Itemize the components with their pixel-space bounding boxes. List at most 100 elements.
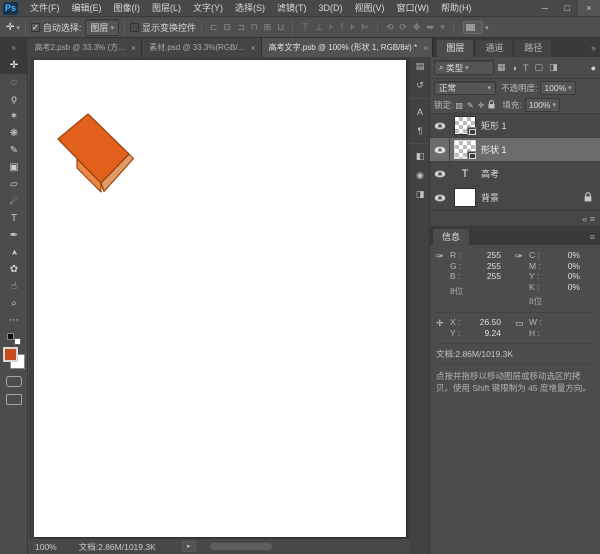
lock-all-icon[interactable] (486, 100, 497, 111)
move-tool-icon[interactable]: ✛ (6, 22, 14, 33)
visibility-toggle[interactable] (430, 138, 450, 162)
align-center-v-icon[interactable]: ⊞ (261, 22, 275, 33)
brush-tool[interactable]: ✎ (0, 142, 28, 159)
tab-layers[interactable]: 图层 (437, 40, 473, 57)
layer-thumbnail[interactable] (454, 188, 476, 207)
menu-filter[interactable]: 滤镜(T) (271, 0, 313, 16)
chevron-down-icon[interactable]: ▾ (485, 24, 489, 32)
menu-file[interactable]: 文件(F) (24, 0, 66, 16)
default-colors-icon[interactable] (7, 333, 21, 345)
distribute-center-h-icon[interactable]: ⊧ (347, 22, 358, 33)
screen-mode-icon[interactable] (6, 394, 22, 405)
tab-channels[interactable]: 通道 (476, 40, 512, 57)
smudge-tool[interactable]: ☄ (0, 193, 28, 210)
document-tab-1[interactable]: 高考2.psb @ 33.3% (方... × (27, 38, 142, 57)
layer-name[interactable]: 形状 1 (481, 143, 507, 156)
minimize-button[interactable]: ─ (534, 0, 556, 16)
paragraph-panel-icon[interactable]: ¶ (410, 121, 430, 140)
align-bottom-icon[interactable]: ⊔ (274, 22, 287, 33)
align-left-icon[interactable]: ⊏ (207, 22, 221, 33)
tool-preset-arrow-icon[interactable]: ▾ (16, 24, 20, 32)
path-selection-tool[interactable]: ➤ (0, 244, 28, 261)
maximize-button[interactable]: □ (556, 0, 578, 16)
move-tool[interactable]: ✛ (0, 57, 28, 74)
marquee-tool[interactable]: ◌ (0, 74, 28, 91)
filter-adjustment-icon[interactable]: ◑ (509, 63, 520, 73)
close-tab-icon[interactable]: × (131, 43, 136, 53)
menu-edit[interactable]: 编辑(E) (66, 0, 108, 16)
menu-3d[interactable]: 3D(D) (313, 0, 349, 16)
character-panel-icon[interactable]: A (410, 102, 430, 121)
layer-row-background[interactable]: 背景 (430, 186, 600, 210)
filter-type-dropdown[interactable]: ⌕ 类型 ▾ (434, 60, 494, 75)
3d-rotate-icon[interactable]: ⟲ (383, 22, 397, 33)
menu-view[interactable]: 视图(V) (349, 0, 391, 16)
tab-paths[interactable]: 路径 (515, 40, 551, 57)
text-layer-thumbnail[interactable]: T (454, 164, 476, 183)
filter-pixel-icon[interactable]: ▦ (494, 62, 509, 73)
collapse-panels-icon[interactable]: « (582, 214, 587, 224)
filter-toggle-icon[interactable]: ● (591, 63, 596, 73)
align-top-icon[interactable]: ⊓ (248, 22, 261, 33)
history-panel-icon[interactable]: ↺ (410, 76, 430, 95)
layer-row-text[interactable]: T 高考 (430, 162, 600, 186)
menu-image[interactable]: 图像(I) (108, 0, 147, 16)
menu-help[interactable]: 帮助(H) (435, 0, 478, 16)
distribute-left-icon[interactable]: ⊺ (337, 22, 348, 33)
fill-field[interactable]: 100% ▾ (525, 98, 560, 112)
close-tab-icon[interactable]: × (423, 43, 428, 53)
layer-row-rectangle-1[interactable]: 矩形 1 (430, 114, 600, 138)
menu-type[interactable]: 文字(Y) (187, 0, 229, 16)
visibility-toggle[interactable] (430, 114, 450, 138)
layer-row-shape-1-selected[interactable]: 形状 1 (430, 138, 600, 162)
layer-name[interactable]: 背景 (481, 191, 499, 204)
distribute-bottom-icon[interactable]: ⊦ (326, 22, 337, 33)
document-canvas[interactable] (34, 60, 406, 537)
properties-panel-icon[interactable]: ◨ (410, 185, 430, 204)
close-tab-icon[interactable]: × (250, 43, 255, 53)
tab-info[interactable]: 信息 (433, 229, 469, 245)
styles-panel-icon[interactable]: ◉ (410, 166, 430, 185)
visibility-toggle[interactable] (430, 186, 450, 210)
pen-tool[interactable]: ✒ (0, 227, 28, 244)
lock-transparency-icon[interactable]: ▨ (453, 101, 465, 110)
workspace-switcher-icon[interactable] (463, 21, 483, 34)
status-menu-arrow-icon[interactable]: ▸ (182, 541, 196, 552)
lasso-tool[interactable]: ϙ (0, 91, 28, 108)
zoom-level-field[interactable]: 100% (35, 542, 57, 552)
3d-slide-icon[interactable]: ⬌ (423, 22, 437, 33)
filter-smart-object-icon[interactable]: ◨ (546, 62, 561, 73)
hand-tool[interactable]: ☝ (0, 278, 28, 295)
edit-toolbar-button[interactable]: ⋯ (0, 312, 28, 329)
lock-position-icon[interactable]: ✛ (476, 101, 487, 110)
align-right-icon[interactable]: ⊐ (234, 22, 248, 33)
filter-shape-icon[interactable]: ▢ (531, 62, 546, 73)
eraser-tool[interactable]: ▱ (0, 176, 28, 193)
visibility-toggle[interactable] (430, 162, 450, 186)
layer-thumbnail[interactable] (454, 140, 476, 159)
custom-shape-tool[interactable]: ✿ (0, 261, 28, 278)
collapse-dock-icon[interactable]: » (591, 40, 596, 57)
healing-brush-tool[interactable]: ❋ (0, 125, 28, 142)
blend-mode-dropdown[interactable]: 正常 ▾ (434, 81, 496, 95)
zoom-tool[interactable]: ⌕ (0, 295, 28, 312)
lock-pixels-icon[interactable]: ✎ (465, 101, 476, 110)
horizontal-scrollbar-thumb[interactable] (210, 543, 272, 550)
3d-roll-icon[interactable]: ⟳ (396, 22, 410, 33)
menu-select[interactable]: 选择(S) (229, 0, 271, 16)
distribute-center-v-icon[interactable]: ⊥ (312, 22, 326, 33)
type-tool[interactable]: T (0, 210, 28, 227)
dock-toggle-icon[interactable]: « (0, 39, 27, 57)
auto-select-target-dropdown[interactable]: 图层 ▾ (85, 19, 119, 36)
document-tab-2[interactable]: 素材.psd @ 33.3%(RGB/... × (142, 38, 261, 57)
menu-window[interactable]: 窗口(W) (391, 0, 436, 16)
layer-name[interactable]: 矩形 1 (481, 119, 507, 132)
info-panel-menu-icon[interactable]: ≡ (590, 229, 595, 245)
foreground-color-swatch[interactable] (3, 347, 18, 362)
adjustments-panel-icon[interactable]: ◧ (410, 147, 430, 166)
clone-stamp-tool[interactable]: ▣ (0, 159, 28, 176)
auto-select-checkbox[interactable]: ✓ (31, 23, 40, 32)
align-center-h-icon[interactable]: ⊟ (221, 22, 235, 33)
document-tab-active[interactable]: 高考文字.psb @ 100% (形状 1, RGB/8#) * × (262, 38, 434, 57)
distribute-top-icon[interactable]: ⊤ (298, 22, 312, 33)
